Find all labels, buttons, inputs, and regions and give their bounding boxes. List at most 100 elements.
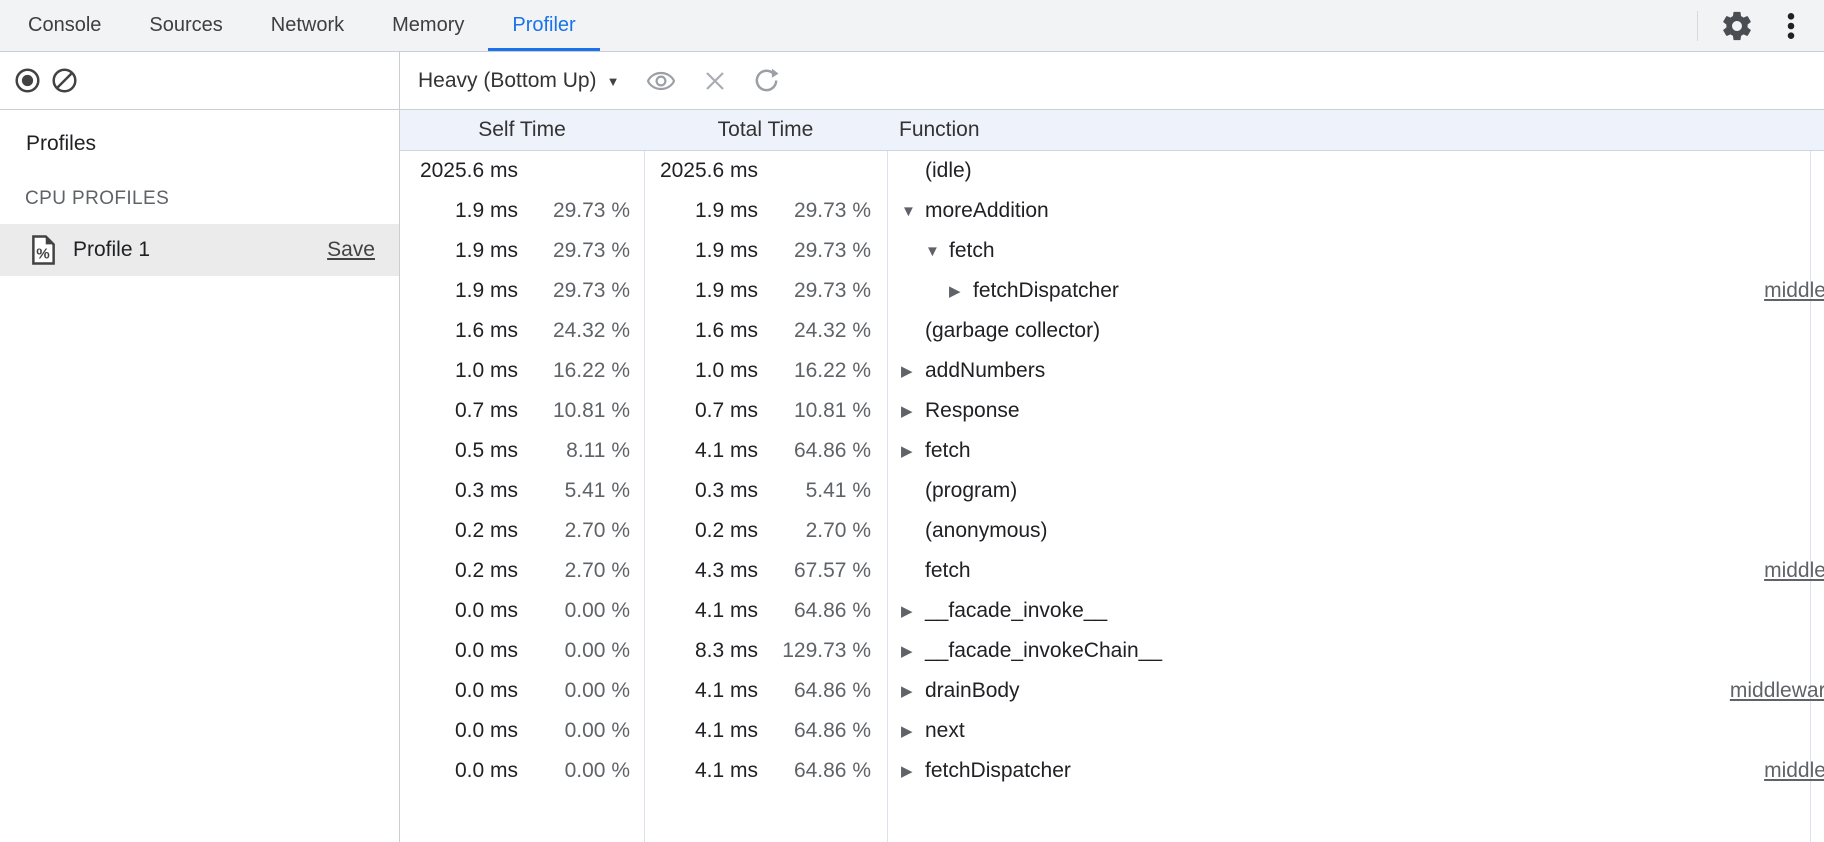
self-time-value: 0.0 ms (400, 599, 518, 623)
total-time-value: 4.1 ms (644, 439, 758, 463)
self-time-cell: 0.2 ms 2.70 % (400, 559, 644, 583)
table-row[interactable]: 0.0 ms 0.00 % 4.1 ms 64.86 % ▶ fetchDisp… (400, 751, 1824, 791)
tree-expander-icon[interactable]: ▶ (901, 402, 925, 420)
table-row[interactable]: 0.5 ms 8.11 % 4.1 ms 64.86 % ▶ fetch ind… (400, 431, 1824, 471)
focus-function-button[interactable] (645, 69, 677, 93)
total-time-cell: 1.0 ms 16.22 % (644, 359, 887, 383)
source-location-link[interactable]: middleware-loader.entry.ts:59 (1764, 559, 1824, 583)
function-cell: ▼ fetch index.js:16 (887, 239, 1824, 263)
table-row[interactable]: 1.9 ms 29.73 % 1.9 ms 29.73 % ▶ fetchDis… (400, 271, 1824, 311)
self-time-value: 0.2 ms (400, 519, 518, 543)
total-time-value: 4.1 ms (644, 599, 758, 623)
self-time-cell: 0.0 ms 0.00 % (400, 719, 644, 743)
tree-expander-icon[interactable]: ▶ (901, 602, 925, 620)
source-location-link[interactable]: middleware-loader.entry.ts:46 (1764, 279, 1824, 303)
column-header-self-time[interactable]: Self Time (400, 118, 644, 142)
table-row[interactable]: 0.2 ms 2.70 % 4.3 ms 67.57 % fetch middl… (400, 551, 1824, 591)
self-time-cell: 0.3 ms 5.41 % (400, 479, 644, 503)
total-time-value: 1.6 ms (644, 319, 758, 343)
table-row[interactable]: 1.0 ms 16.22 % 1.0 ms 16.22 % ▶ addNumbe… (400, 351, 1824, 391)
self-time-cell: 0.0 ms 0.00 % (400, 679, 644, 703)
table-row[interactable]: 0.2 ms 2.70 % 0.2 ms 2.70 % (anonymous) (400, 511, 1824, 551)
tab-console[interactable]: Console (4, 0, 125, 51)
main-area: Profiles CPU PROFILES % Profile 1 Save H… (0, 52, 1824, 842)
table-row[interactable]: 0.0 ms 0.00 % 4.1 ms 64.86 % ▶ __facade_… (400, 591, 1824, 631)
total-time-cell: 4.1 ms 64.86 % (644, 599, 887, 623)
total-time-value: 8.3 ms (644, 639, 758, 663)
function-cell: ▶ __facade_invoke__ common.ts:56 (887, 599, 1824, 623)
self-time-cell: 0.0 ms 0.00 % (400, 599, 644, 623)
total-time-percent (758, 159, 887, 183)
function-name: (program) (925, 479, 1017, 503)
self-time-percent: 0.00 % (518, 639, 644, 663)
sidebar-item-profile-1[interactable]: % Profile 1 Save (0, 224, 399, 276)
tree-expander-icon[interactable]: ▶ (901, 642, 925, 660)
self-time-value: 0.5 ms (400, 439, 518, 463)
save-profile-link[interactable]: Save (327, 238, 375, 262)
chevron-down-icon: ▼ (607, 74, 620, 89)
total-time-cell: 4.3 ms 67.57 % (644, 559, 887, 583)
tree-expander-icon[interactable]: ▶ (901, 762, 925, 780)
table-row[interactable]: 0.7 ms 10.81 % 0.7 ms 10.81 % ▶ Response (400, 391, 1824, 431)
self-time-value: 0.3 ms (400, 479, 518, 503)
tree-expander-icon[interactable]: ▶ (949, 282, 973, 300)
table-row[interactable]: 1.9 ms 29.73 % 1.9 ms 29.73 % ▼ fetch in… (400, 231, 1824, 271)
table-row[interactable]: 0.0 ms 0.00 % 4.1 ms 64.86 % ▶ drainBody… (400, 671, 1824, 711)
self-time-value: 1.0 ms (400, 359, 518, 383)
record-button[interactable] (14, 67, 41, 94)
column-header-function[interactable]: Function (887, 118, 1824, 142)
total-time-value: 0.3 ms (644, 479, 758, 503)
self-time-value: 0.7 ms (400, 399, 518, 423)
source-location-link[interactable]: middleware-ensu…y-drained.ts:3 (1730, 679, 1824, 703)
tree-expander-icon[interactable]: ▶ (901, 682, 925, 700)
total-time-value: 1.9 ms (644, 239, 758, 263)
view-mode-dropdown[interactable]: Heavy (Bottom Up) ▼ (418, 69, 619, 93)
tree-expander-icon[interactable]: ▶ (901, 362, 925, 380)
profiles-sidebar: Profiles CPU PROFILES % Profile 1 Save (0, 52, 400, 842)
tree-expander-icon[interactable]: ▼ (901, 203, 925, 220)
tree-expander-icon[interactable]: ▶ (901, 442, 925, 460)
table-row[interactable]: 0.0 ms 0.00 % 4.1 ms 64.86 % ▶ next comm… (400, 711, 1824, 751)
total-time-percent: 64.86 % (758, 439, 887, 463)
self-time-cell: 1.6 ms 24.32 % (400, 319, 644, 343)
exclude-function-button[interactable] (703, 69, 727, 93)
grid-rows: 2025.6 ms 2025.6 ms (idle) 1.9 ms 29.73 … (400, 151, 1824, 791)
profile-document-icon: % (30, 234, 57, 266)
profile-data-grid: Self Time Total Time Function 2025.6 ms … (400, 110, 1824, 842)
more-options-button[interactable] (1776, 9, 1806, 43)
total-time-percent: 29.73 % (758, 239, 887, 263)
total-time-percent: 5.41 % (758, 479, 887, 503)
self-time-percent: 29.73 % (518, 199, 644, 223)
function-name: moreAddition (925, 199, 1049, 223)
restore-functions-button[interactable] (753, 67, 780, 94)
total-time-value: 4.3 ms (644, 559, 758, 583)
table-row[interactable]: 0.0 ms 0.00 % 8.3 ms 129.73 % ▶ __facade… (400, 631, 1824, 671)
tabbar-right (1697, 0, 1824, 51)
clear-profiles-button[interactable] (51, 67, 78, 94)
source-location-link[interactable]: middleware-loader.entry.ts:46 (1764, 759, 1824, 783)
table-row[interactable]: 0.3 ms 5.41 % 0.3 ms 5.41 % (program) (400, 471, 1824, 511)
table-row[interactable]: 2025.6 ms 2025.6 ms (idle) (400, 151, 1824, 191)
gear-icon (1720, 9, 1754, 43)
tab-network[interactable]: Network (247, 0, 368, 51)
function-cell: (idle) (887, 159, 1824, 183)
total-time-cell: 0.7 ms 10.81 % (644, 399, 887, 423)
tab-sources[interactable]: Sources (125, 0, 246, 51)
total-time-cell: 4.1 ms 64.86 % (644, 439, 887, 463)
total-time-value: 4.1 ms (644, 759, 758, 783)
profile-name: Profile 1 (73, 238, 311, 262)
self-time-percent: 5.41 % (518, 479, 644, 503)
self-time-cell: 0.0 ms 0.00 % (400, 639, 644, 663)
tab-profiler[interactable]: Profiler (488, 0, 599, 51)
table-row[interactable]: 1.9 ms 29.73 % 1.9 ms 29.73 % ▼ moreAddi… (400, 191, 1824, 231)
self-time-percent: 2.70 % (518, 519, 644, 543)
tab-label: Memory (392, 14, 464, 37)
table-row[interactable]: 1.6 ms 24.32 % 1.6 ms 24.32 % (garbage c… (400, 311, 1824, 351)
tree-expander-icon[interactable]: ▼ (925, 243, 949, 260)
column-header-total-time[interactable]: Total Time (644, 118, 887, 142)
settings-button[interactable] (1720, 9, 1754, 43)
tree-expander-icon[interactable]: ▶ (901, 722, 925, 740)
tab-memory[interactable]: Memory (368, 0, 488, 51)
self-time-cell: 1.9 ms 29.73 % (400, 239, 644, 263)
function-name: fetch (925, 559, 971, 583)
